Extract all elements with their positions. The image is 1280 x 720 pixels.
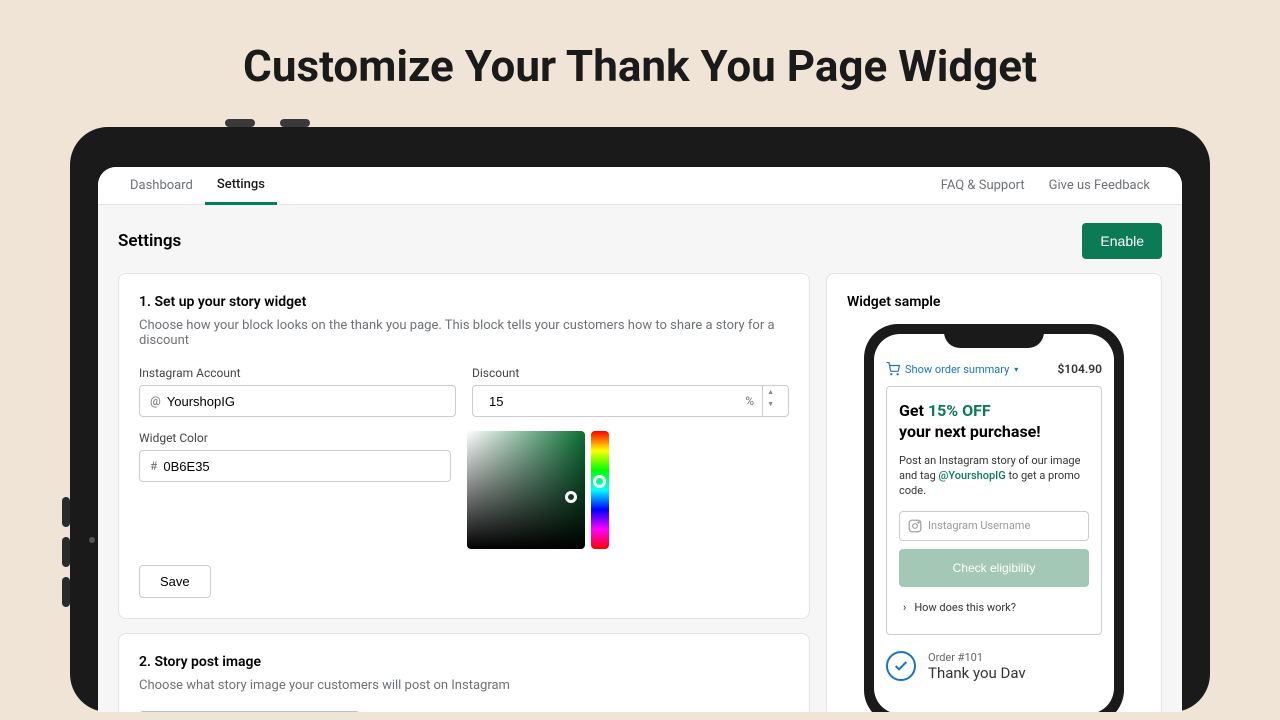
chevron-right-icon: › [903,601,906,614]
percent-suffix: % [745,394,754,408]
order-confirmation: Order #101 Thank you Dav [886,651,1102,682]
tablet-frame: Dashboard Settings FAQ & Support Give us… [70,127,1210,712]
show-summary-toggle[interactable]: Show order summary ▾ [886,362,1018,376]
instagram-icon [908,519,922,533]
cart-icon [886,362,900,376]
username-input[interactable]: Instagram Username [899,511,1089,541]
tab-dashboard[interactable]: Dashboard [118,168,205,203]
order-summary-bar: Show order summary ▾ $104.90 [886,362,1102,376]
image-type-toggle: Template Custom [139,711,360,712]
sample-card: Widget sample Show order summary ▾ $104.… [826,273,1162,712]
color-saturation-box[interactable] [467,431,585,549]
story-subtitle: Choose what story image your customers w… [139,678,789,693]
phone-mockup: Show order summary ▾ $104.90 Get 15% OFF… [864,324,1124,712]
order-number: Order #101 [928,651,1026,664]
discount-field[interactable] [483,394,745,409]
tab-settings[interactable]: Settings [205,167,277,205]
color-hue-slider[interactable] [591,431,609,549]
color-field[interactable] [157,459,440,474]
top-navigation: Dashboard Settings FAQ & Support Give us… [98,167,1182,205]
setup-title: 1. Set up your story widget [139,294,789,310]
how-does-this-work-link[interactable]: › How does this work? [899,595,1089,620]
discount-stepper[interactable]: ▲ ▼ [762,386,778,416]
feedback-link[interactable]: Give us Feedback [1037,178,1162,193]
setup-subtitle: Choose how your block looks on the thank… [139,318,789,348]
step-up-icon[interactable]: ▲ [763,386,778,398]
at-prefix: @ [150,394,161,408]
story-title: 2. Story post image [139,654,789,670]
check-eligibility-button[interactable]: Check eligibility [899,549,1089,587]
app-screen: Dashboard Settings FAQ & Support Give us… [98,167,1182,712]
promo-headline: Get 15% OFF your next purchase! [899,401,1089,443]
color-picker[interactable] [467,431,609,549]
promo-widget: Get 15% OFF your next purchase! Post an … [886,386,1102,635]
faq-link[interactable]: FAQ & Support [929,178,1037,193]
instagram-label: Instagram Account [139,366,456,380]
sample-title: Widget sample [847,294,1141,310]
enable-button[interactable]: Enable [1082,223,1162,259]
order-total: $104.90 [1057,362,1102,376]
color-input[interactable]: # [139,450,451,482]
color-label: Widget Color [139,431,451,445]
instagram-field[interactable] [161,394,445,409]
setup-card: 1. Set up your story widget Choose how y… [118,273,810,619]
check-circle-icon [886,651,916,681]
discount-label: Discount [472,366,789,380]
discount-input[interactable]: % ▲ ▼ [472,385,789,417]
hash-prefix: # [150,459,157,473]
save-button[interactable]: Save [139,565,211,598]
chevron-down-icon: ▾ [1014,365,1018,374]
thank-you-text: Thank you Dav [928,664,1026,682]
page-title: Settings [118,231,181,251]
hero-title: Customize Your Thank You Page Widget [0,0,1280,127]
instagram-input[interactable]: @ [139,385,456,417]
story-card: 2. Story post image Choose what story im… [118,633,810,712]
step-down-icon[interactable]: ▼ [763,398,778,410]
promo-description: Post an Instagram story of our image and… [899,453,1089,499]
